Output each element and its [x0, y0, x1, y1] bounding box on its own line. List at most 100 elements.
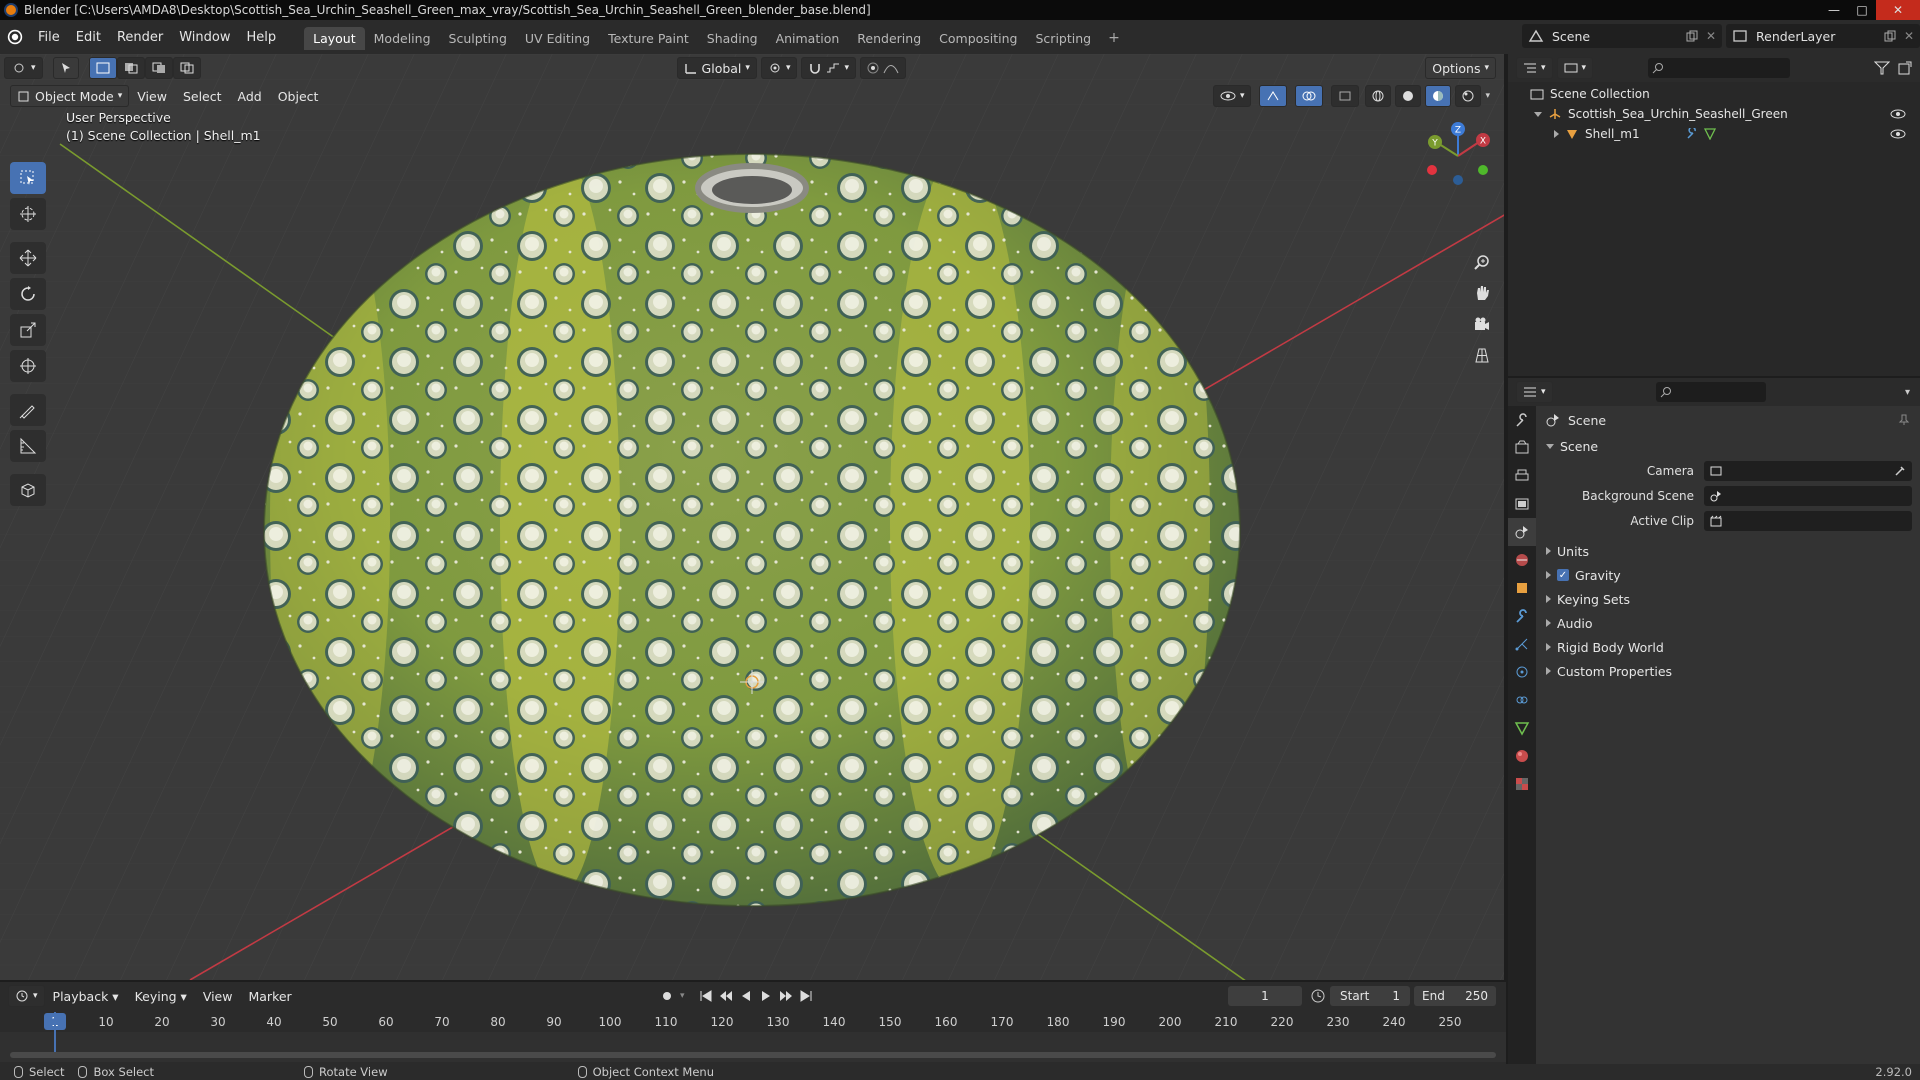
panel-rigid-body-world-header[interactable]: Rigid Body World — [1536, 635, 1920, 659]
outliner-search-input[interactable] — [1648, 58, 1790, 78]
mesh-data-icon[interactable] — [1703, 128, 1716, 140]
start-frame-field[interactable]: Start 1 — [1330, 986, 1410, 1006]
record-chevron-icon[interactable]: ▾ — [680, 991, 685, 1001]
tab-sculpting[interactable]: Sculpting — [440, 27, 516, 50]
tab-shading[interactable]: Shading — [698, 27, 767, 50]
tool-move[interactable] — [10, 242, 46, 274]
select-mode-extend[interactable] — [116, 57, 145, 79]
navigation-gizmo[interactable]: Z X Y — [1422, 120, 1494, 192]
shading-material-button[interactable] — [1425, 85, 1452, 107]
frame-ruler[interactable]: 1102030405060708090100110120130140150160… — [0, 1012, 1506, 1032]
tab-modeling[interactable]: Modeling — [365, 27, 440, 50]
snapping-dropdown[interactable]: ▾ — [801, 57, 856, 79]
gizmo-neg-x[interactable] — [1427, 165, 1437, 175]
record-icon[interactable] — [660, 989, 674, 1003]
play-icon[interactable] — [759, 990, 773, 1002]
filter-icon[interactable] — [1874, 61, 1890, 75]
tab-layout[interactable]: Layout — [304, 27, 365, 50]
tab-render[interactable] — [1508, 434, 1536, 462]
tab-scene[interactable] — [1508, 518, 1536, 546]
copy-icon[interactable] — [1884, 30, 1896, 42]
tool-cursor[interactable] — [10, 198, 46, 230]
panel-units-header[interactable]: Units — [1536, 539, 1920, 563]
panel-gravity-header[interactable]: ✓ Gravity — [1536, 563, 1920, 587]
tool-measure[interactable] — [10, 430, 46, 462]
interaction-mode-dropdown[interactable]: Object Mode ▾ — [10, 85, 130, 107]
expand-chevron-icon[interactable] — [1534, 111, 1542, 117]
timeline-menu-playback[interactable]: Playback ▾ — [45, 989, 127, 1004]
maximize-button[interactable]: □ — [1848, 0, 1876, 20]
tab-particles[interactable] — [1508, 630, 1536, 658]
tab-material[interactable] — [1508, 742, 1536, 770]
tool-select-box[interactable] — [10, 162, 46, 194]
blender-logo-icon[interactable] — [0, 20, 30, 54]
tab-scripting[interactable]: Scripting — [1027, 27, 1101, 50]
camera-field[interactable] — [1704, 460, 1912, 481]
pin-icon[interactable] — [1898, 414, 1910, 426]
menu-window[interactable]: Window — [171, 30, 238, 45]
viewport-menu-select[interactable]: Select — [175, 89, 230, 104]
remove-renderlayer-icon[interactable]: ✕ — [1904, 29, 1914, 43]
shading-solid-button[interactable] — [1395, 85, 1422, 107]
xray-toggle-button[interactable] — [1331, 85, 1360, 107]
tool-transform[interactable] — [10, 350, 46, 382]
camera-view-button[interactable] — [1468, 310, 1496, 338]
visibility-dropdown[interactable]: ▾ — [1212, 85, 1252, 107]
jump-end-icon[interactable] — [799, 990, 813, 1002]
select-mode-set[interactable] — [88, 57, 117, 79]
next-keyframe-icon[interactable] — [779, 990, 793, 1002]
close-button[interactable]: ✕ — [1876, 0, 1920, 20]
select-mode-subtract[interactable] — [144, 57, 173, 79]
shading-wireframe-button[interactable] — [1365, 85, 1392, 107]
transform-orientation-dropdown[interactable]: Global ▾ — [676, 57, 757, 79]
preview-range-clock-icon[interactable] — [1310, 988, 1326, 1004]
tab-world[interactable] — [1508, 546, 1536, 574]
timeline-scrollbar[interactable] — [10, 1052, 1496, 1058]
active-clip-field[interactable] — [1704, 510, 1912, 531]
select-tool-button[interactable] — [52, 57, 79, 79]
viewport-menu-view[interactable]: View — [129, 89, 175, 104]
outliner-editor-type-button[interactable]: ▾ — [1516, 57, 1553, 79]
gizmo-neg-z[interactable] — [1453, 175, 1463, 185]
timeline-menu-keying[interactable]: Keying ▾ — [127, 989, 195, 1004]
options-dropdown[interactable]: Options ▾ — [1425, 57, 1496, 79]
proportional-editing-button[interactable] — [860, 57, 906, 79]
panel-custom-properties-header[interactable]: Custom Properties — [1536, 659, 1920, 683]
current-frame-field[interactable]: 1 — [1228, 986, 1302, 1006]
tab-tool[interactable] — [1508, 406, 1536, 434]
viewport-menu-object[interactable]: Object — [270, 89, 327, 104]
remove-scene-icon[interactable]: ✕ — [1706, 29, 1716, 43]
menu-render[interactable]: Render — [109, 30, 171, 45]
tab-object[interactable] — [1508, 574, 1536, 602]
new-collection-icon[interactable] — [1898, 61, 1912, 75]
tab-rendering[interactable]: Rendering — [848, 27, 930, 50]
eye-icon[interactable] — [1890, 108, 1906, 120]
display-mode-dropdown[interactable]: ▾ — [1556, 57, 1594, 79]
expand-chevron-icon[interactable] — [1554, 130, 1559, 138]
background-scene-field[interactable] — [1704, 485, 1912, 506]
shading-rendered-button[interactable] — [1455, 85, 1482, 107]
timeline-menu-marker[interactable]: Marker — [240, 989, 299, 1004]
show-gizmo-button[interactable] — [1259, 85, 1288, 107]
tab-physics[interactable] — [1508, 658, 1536, 686]
tab-view-layer[interactable] — [1508, 490, 1536, 518]
gravity-checkbox[interactable]: ✓ — [1557, 569, 1569, 581]
panel-audio-header[interactable]: Audio — [1536, 611, 1920, 635]
panel-scene-header[interactable]: Scene — [1536, 434, 1920, 458]
perspective-toggle-button[interactable] — [1468, 341, 1496, 369]
copy-icon[interactable] — [1686, 30, 1698, 42]
outliner-row-object[interactable]: Shell_m1 — [1508, 124, 1920, 144]
prev-keyframe-icon[interactable] — [719, 990, 733, 1002]
menu-edit[interactable]: Edit — [68, 30, 109, 45]
properties-search-input[interactable] — [1656, 382, 1766, 402]
end-frame-field[interactable]: End 250 — [1414, 986, 1496, 1006]
wrench-modifier-icon[interactable] — [1686, 128, 1698, 140]
menu-file[interactable]: File — [30, 30, 68, 45]
select-mode-intersect[interactable] — [172, 57, 201, 79]
tab-constraints[interactable] — [1508, 686, 1536, 714]
shading-options-chevron-icon[interactable]: ▾ — [1485, 91, 1490, 101]
properties-options-chevron-icon[interactable]: ▾ — [1905, 387, 1910, 398]
jump-start-icon[interactable] — [699, 990, 713, 1002]
3d-viewport[interactable]: ▾ Global ▾ ▾ ▾ Options ▾ Object Mode ▾ V… — [0, 54, 1506, 980]
renderlayer-selector[interactable]: RenderLayer ✕ — [1726, 24, 1920, 48]
